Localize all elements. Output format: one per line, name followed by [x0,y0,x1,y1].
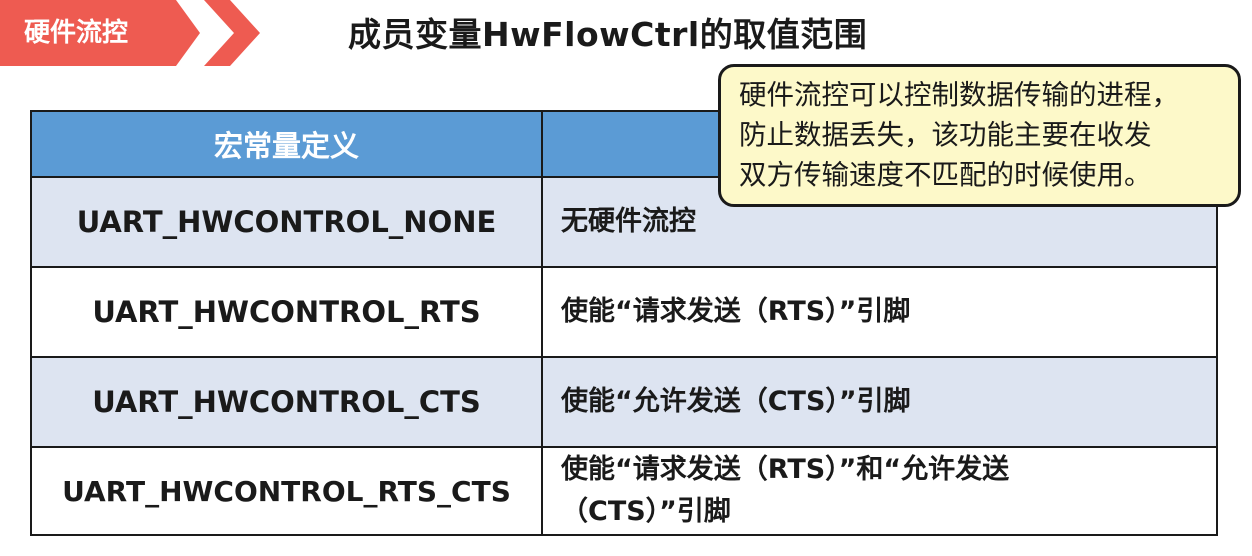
callout-note: 硬件流控可以控制数据传输的进程， 防止数据丢失，该功能主要在收发 双方传输速度不… [718,64,1241,207]
section-tag: 硬件流控 [0,0,200,66]
constant-cell: UART_HWCONTROL_RTS_CTS [32,448,543,534]
table-row: UART_HWCONTROL_CTS 使能“允许发送（CTS）”引脚 [32,356,1216,446]
meaning-cell: 使能“允许发送（CTS）”引脚 [561,386,911,417]
table-row: UART_HWCONTROL_RTS 使能“请求发送（RTS）”引脚 [32,266,1216,356]
callout-line: 双方传输速度不匹配的时候使用。 [739,159,1152,191]
header-constant: 宏常量定义 [32,112,543,176]
constant-cell: UART_HWCONTROL_NONE [32,178,543,266]
slide-title: 成员变量HwFlowCtrl的取值范围 [348,15,868,54]
table-row: UART_HWCONTROL_RTS_CTS 使能“请求发送（RTS）”和“允许… [32,446,1216,534]
constant-cell: UART_HWCONTROL_RTS [32,268,543,356]
chevron-right-icon [204,0,260,66]
section-tag-label: 硬件流控 [24,18,129,48]
meaning-cell: 使能“请求发送（RTS）”引脚 [561,296,911,327]
meaning-cell: 使能“请求发送（RTS）”和“允许发送（CTS）”引脚 [561,454,1010,527]
callout-line: 硬件流控可以控制数据传输的进程， [739,79,1179,111]
callout-line: 防止数据丢失，该功能主要在收发 [739,119,1152,151]
constant-cell: UART_HWCONTROL_CTS [32,358,543,446]
